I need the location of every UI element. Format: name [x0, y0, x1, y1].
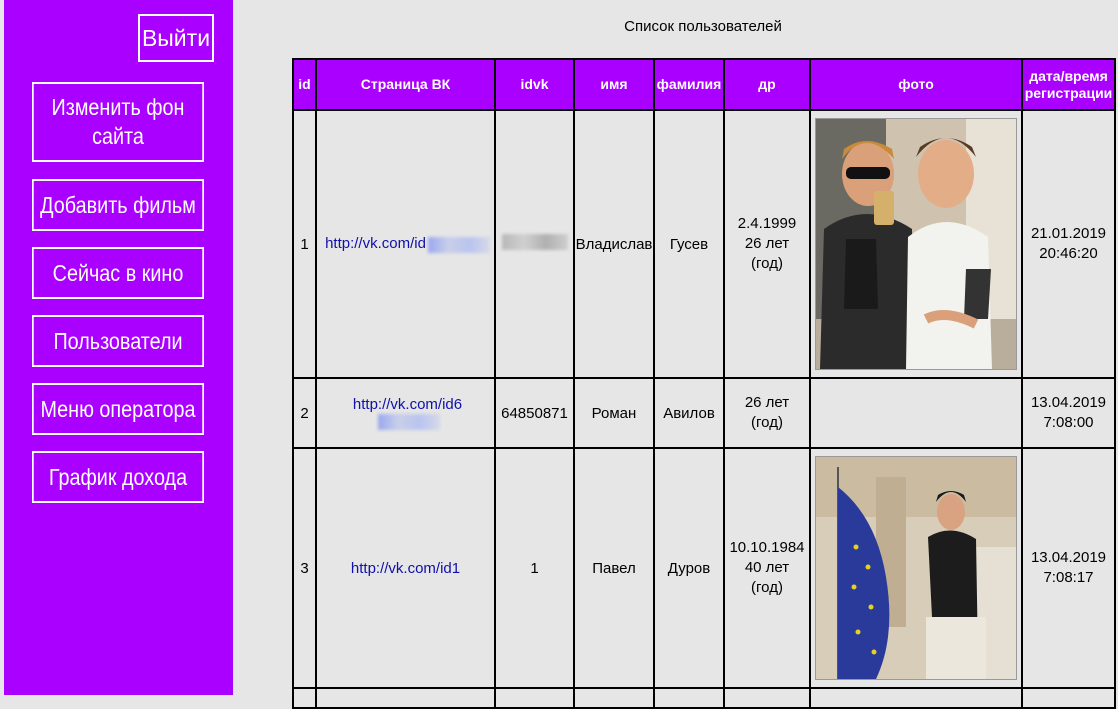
cell-name: Владислав [573, 109, 655, 379]
cell-surname: Авилов [653, 377, 725, 449]
header-surname: фамилия [653, 58, 725, 111]
table-row: 1 http://vk.com/id Владислав Гусев 2.4.1… [292, 109, 1116, 379]
table-row: 2 http://vk.com/id6 64850871 Роман Авило… [292, 377, 1116, 449]
cell-id: 1 [292, 109, 317, 379]
logout-button[interactable]: Выйти [138, 14, 214, 62]
cell-vk-page: http://vk.com/id [315, 109, 496, 379]
table-row: 3 http://vk.com/id1 1 Павел Дуров 10.10.… [292, 447, 1116, 689]
menu-operator-button[interactable]: Меню оператора [32, 383, 204, 435]
cell-registered: 13.04.2019 7:08:17 [1021, 447, 1116, 689]
users-table: id Страница ВК idvk имя фамилия др фото … [292, 58, 1116, 709]
vk-link[interactable]: http://vk.com/id6 [353, 396, 462, 413]
cell-photo [809, 377, 1023, 449]
menu-now-showing-label: Сейчас в кино [52, 259, 184, 286]
table-header-row: id Страница ВК idvk имя фамилия др фото … [292, 58, 1116, 111]
cell-birth: 10.10.1984 40 лет (год) [723, 447, 811, 689]
cell-idvk: 64850871 [494, 377, 575, 449]
vk-link[interactable]: http://vk.com/id1 [351, 560, 460, 577]
redacted-blur [501, 234, 568, 250]
cell-registered: 13.04.2019 7:08:00 [1021, 377, 1116, 449]
header-birth: др [723, 58, 811, 111]
page-title: Список пользователей [624, 18, 782, 35]
header-idvk: idvk [494, 58, 575, 111]
cell-vk-page: http://vk.com/id6 [315, 377, 496, 449]
photo-two-men-selfie-icon [815, 118, 1017, 370]
menu-change-background-button[interactable]: Изменить фон сайта [32, 82, 204, 162]
cell-photo [809, 447, 1023, 689]
cell-registered: 21.01.2019 20:46:20 [1021, 109, 1116, 379]
sidebar: Выйти Изменить фон сайта Добавить фильм … [4, 0, 233, 695]
cell-name: Павел [573, 447, 655, 689]
photo-man-with-eu-flag-icon [815, 456, 1017, 680]
cell-idvk [494, 109, 575, 379]
menu-users-label: Пользователи [53, 327, 183, 354]
menu-revenue-chart-button[interactable]: График дохода [32, 451, 204, 503]
redacted-blur [427, 236, 490, 253]
header-name: имя [573, 58, 655, 111]
menu-operator-label: Меню оператора [40, 395, 196, 422]
menu-change-background-label: Изменить фон сайта [51, 94, 185, 149]
menu-now-showing-button[interactable]: Сейчас в кино [32, 247, 204, 299]
cell-birth: 2.4.1999 26 лет (год) [723, 109, 811, 379]
cell-idvk: 1 [494, 447, 575, 689]
menu-add-film-button[interactable]: Добавить фильм [32, 179, 204, 231]
table-row [292, 687, 1116, 709]
cell-id: 3 [292, 447, 317, 689]
cell-id: 2 [292, 377, 317, 449]
menu-add-film-label: Добавить фильм [40, 191, 196, 218]
header-id: id [292, 58, 317, 111]
menu-users-button[interactable]: Пользователи [32, 315, 204, 367]
redacted-blur [377, 414, 440, 431]
cell-surname: Дуров [653, 447, 725, 689]
cell-name: Роман [573, 377, 655, 449]
cell-surname: Гусев [653, 109, 725, 379]
header-vk-page: Страница ВК [315, 58, 496, 111]
menu-revenue-chart-label: График дохода [48, 463, 188, 490]
cell-birth: 26 лет (год) [723, 377, 811, 449]
vk-link[interactable]: http://vk.com/id [325, 235, 426, 252]
cell-photo [809, 109, 1023, 379]
header-photo: фото [809, 58, 1023, 111]
header-registered: дата/время регистрации [1021, 58, 1116, 111]
cell-vk-page: http://vk.com/id1 [315, 447, 496, 689]
